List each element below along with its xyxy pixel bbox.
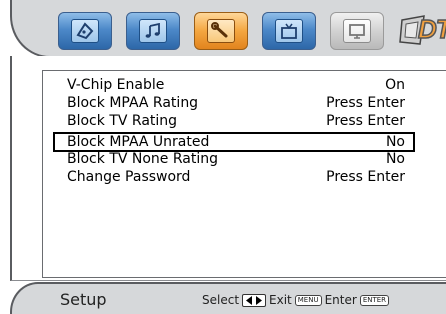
menu-item-vchip-enable[interactable]: V-Chip Enable On [57, 75, 413, 95]
menu-item-value: No [385, 134, 405, 150]
category-tabs: DTV [58, 12, 446, 50]
status-bar: Setup Select Exit MENU Enter ENTER [10, 282, 446, 314]
page-title: Setup [60, 290, 107, 309]
menu-item-block-tv-rating[interactable]: Block TV Rating Press Enter [57, 111, 413, 131]
enter-key-icon: ENTER [359, 294, 390, 306]
menu-item-label: Change Password [67, 169, 191, 185]
tab-sound[interactable] [126, 12, 180, 50]
tab-tv[interactable] [262, 12, 316, 50]
menu-item-label: V-Chip Enable [67, 77, 165, 93]
menu-item-label: Block TV None Rating [67, 151, 219, 167]
menu-item-block-tv-none-rating[interactable]: Block TV None Rating No [57, 149, 413, 169]
enter-hint-label: Enter [324, 293, 357, 307]
tab-setup[interactable] [194, 12, 248, 50]
monitor-glyph [349, 24, 365, 39]
menu-item-label: Block MPAA Unrated [67, 134, 210, 150]
select-hint-label: Select [202, 293, 240, 307]
menu-key-icon: MENU [294, 294, 322, 306]
key-hints: Select Exit MENU Enter ENTER [202, 293, 390, 307]
music-glyph [145, 23, 160, 38]
dtv-logo-text: DTV [417, 13, 446, 45]
tab-pc[interactable] [330, 12, 384, 50]
setup-panel: V-Chip Enable On Block MPAA Rating Press… [10, 56, 446, 281]
menu-list: V-Chip Enable On Block MPAA Rating Press… [42, 70, 446, 278]
dtv-logo: DTV [398, 12, 446, 50]
tab-picture[interactable] [58, 12, 112, 50]
picture-glyph [76, 22, 94, 40]
exit-hint-label: Exit [269, 293, 292, 307]
tv-glyph [281, 23, 297, 39]
menu-item-change-password[interactable]: Change Password Press Enter [57, 167, 413, 187]
arrow-keys-icon [242, 293, 267, 307]
menu-item-value: Press Enter [326, 95, 405, 111]
menu-item-value: Press Enter [326, 113, 405, 129]
menu-item-label: Block TV Rating [67, 113, 178, 129]
menu-item-block-mpaa-rating[interactable]: Block MPAA Rating Press Enter [57, 93, 413, 113]
menu-item-label: Block MPAA Rating [67, 95, 199, 111]
wrench-glyph [211, 22, 228, 38]
menu-item-value: On [385, 77, 405, 93]
menu-item-value: No [385, 151, 405, 167]
menu-item-value: Press Enter [326, 169, 405, 185]
